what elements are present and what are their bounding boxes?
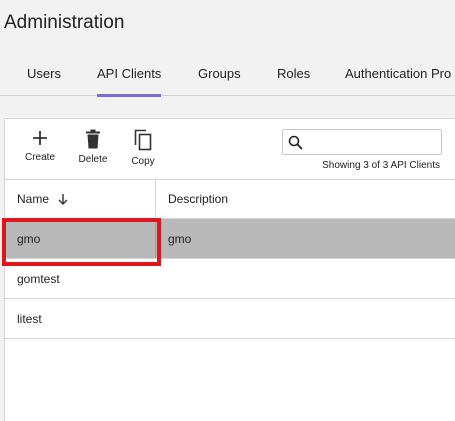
tab-bar: Users API Clients Groups Roles Authentic… bbox=[0, 56, 455, 97]
tab-api-clients[interactable]: API Clients bbox=[97, 56, 162, 97]
table-row[interactable]: gomtest bbox=[5, 259, 455, 299]
api-clients-panel: Create Delete Copy Showing 3 of 3 API Cl… bbox=[4, 118, 455, 421]
search-input[interactable] bbox=[307, 132, 437, 152]
tab-groups[interactable]: Groups bbox=[198, 56, 241, 96]
sort-descending-icon bbox=[58, 194, 68, 205]
copy-button[interactable]: Copy bbox=[121, 129, 165, 167]
row-description-cell: gmo bbox=[168, 231, 192, 246]
table-row[interactable]: gmo gmo bbox=[5, 219, 455, 259]
row-name-cell: gmo bbox=[5, 219, 156, 258]
create-button[interactable]: Create bbox=[18, 129, 62, 163]
tab-authentication-providers[interactable]: Authentication Pro bbox=[345, 56, 451, 96]
table-header: Name Description bbox=[5, 179, 455, 219]
api-clients-table: Name Description gmo gmo gomtest litest bbox=[5, 179, 455, 339]
delete-label: Delete bbox=[78, 154, 108, 165]
row-description-cell bbox=[156, 299, 455, 338]
row-name-cell: litest bbox=[17, 311, 42, 326]
delete-button[interactable]: Delete bbox=[71, 129, 115, 165]
page-title: Administration bbox=[4, 12, 125, 33]
search-icon bbox=[288, 135, 303, 150]
copy-icon bbox=[134, 129, 152, 151]
row-name-cell: gomtest bbox=[17, 271, 60, 286]
table-row[interactable]: litest bbox=[5, 299, 455, 339]
tab-users[interactable]: Users bbox=[27, 56, 61, 96]
row-description-cell bbox=[156, 259, 455, 298]
plus-icon bbox=[33, 131, 47, 145]
search-field[interactable] bbox=[282, 129, 442, 155]
column-header-name-label: Name bbox=[17, 192, 50, 206]
column-header-description[interactable]: Description bbox=[156, 180, 455, 218]
column-header-name[interactable]: Name bbox=[5, 180, 156, 218]
trash-icon bbox=[86, 129, 100, 149]
copy-label: Copy bbox=[131, 156, 155, 167]
tab-roles[interactable]: Roles bbox=[277, 56, 310, 96]
toolbar: Create Delete Copy Showing 3 of 3 API Cl… bbox=[5, 119, 455, 179]
column-header-description-label: Description bbox=[168, 192, 229, 206]
create-label: Create bbox=[24, 152, 55, 163]
results-count: Showing 3 of 3 API Clients bbox=[322, 160, 440, 171]
